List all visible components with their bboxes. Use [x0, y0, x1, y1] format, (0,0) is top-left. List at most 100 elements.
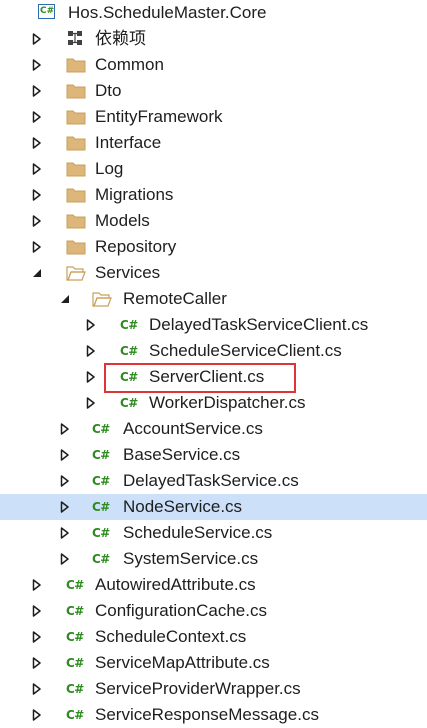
csharp-file-icon: C# [66, 578, 84, 592]
tree-item-serviceproviderwrapper-cs[interactable]: C# ServiceProviderWrapper.cs [0, 676, 427, 702]
tree-item-label: ScheduleServiceClient.cs [149, 341, 342, 360]
folder-icon [66, 160, 86, 178]
tree-item-dto[interactable]: Dto [0, 78, 427, 104]
collapsed-arrow-icon[interactable] [60, 416, 72, 442]
collapsed-arrow-icon[interactable] [32, 182, 44, 208]
expanded-arrow-icon[interactable] [60, 286, 72, 312]
csharp-file-icon: C# [120, 370, 138, 384]
collapsed-arrow-icon[interactable] [60, 546, 72, 572]
collapsed-arrow-icon[interactable] [32, 130, 44, 156]
tree-item-label: Models [95, 211, 150, 230]
tree-item-log[interactable]: Log [0, 156, 427, 182]
collapsed-arrow-icon[interactable] [32, 676, 44, 702]
collapsed-arrow-icon[interactable] [32, 78, 44, 104]
tree-item-interface[interactable]: Interface [0, 130, 427, 156]
tree-item-label: DelayedTaskServiceClient.cs [149, 315, 369, 334]
collapsed-arrow-icon[interactable] [32, 624, 44, 650]
tree-item-autowiredattribute-cs[interactable]: C# AutowiredAttribute.cs [0, 572, 427, 598]
collapsed-arrow-icon[interactable] [32, 156, 44, 182]
tree-item-configurationcache-cs[interactable]: C# ConfigurationCache.cs [0, 598, 427, 624]
tree-item-schedulecontext-cs[interactable]: C# ScheduleContext.cs [0, 624, 427, 650]
tree-item-scheduleservice-cs[interactable]: C# ScheduleService.cs [0, 520, 427, 546]
tree-item-remotecaller[interactable]: RemoteCaller [0, 286, 427, 312]
tree-item-workerdispatcher-cs[interactable]: C# WorkerDispatcher.cs [0, 390, 427, 416]
tree-item-label: Interface [95, 133, 162, 152]
collapsed-arrow-icon[interactable] [86, 390, 98, 416]
tree-item-label: Migrations [95, 185, 174, 204]
tree-item-label: ScheduleContext.cs [95, 627, 247, 646]
tree-item-delayedtaskservice-cs[interactable]: C# DelayedTaskService.cs [0, 468, 427, 494]
collapsed-arrow-icon[interactable] [60, 520, 72, 546]
tree-item-accountservice-cs[interactable]: C# AccountService.cs [0, 416, 427, 442]
collapsed-arrow-icon[interactable] [86, 364, 98, 390]
tree-item-nodeservice-cs[interactable]: C# NodeService.cs [0, 494, 427, 520]
tree-item-label: EntityFramework [95, 107, 223, 126]
tree-item-label: Services [95, 263, 161, 282]
tree-item-migrations[interactable]: Migrations [0, 182, 427, 208]
tree-item-label: Repository [95, 237, 177, 256]
csharp-file-icon: C# [92, 474, 110, 488]
collapsed-arrow-icon[interactable] [32, 598, 44, 624]
csharp-file-icon: C# [66, 656, 84, 670]
dependencies-icon [66, 30, 86, 48]
tree-item-label: Hos.ScheduleMaster.Core [68, 3, 267, 22]
expanded-arrow-icon[interactable] [32, 260, 44, 286]
tree-item-label: WorkerDispatcher.cs [149, 393, 306, 412]
collapsed-arrow-icon[interactable] [60, 442, 72, 468]
csharp-file-icon: C# [66, 630, 84, 644]
tree-item-label: AutowiredAttribute.cs [95, 575, 256, 594]
tree-item-delayedtaskserviceclient-cs[interactable]: C# DelayedTaskServiceClient.cs [0, 312, 427, 338]
csharp-file-icon: C# [66, 604, 84, 618]
collapsed-arrow-icon[interactable] [86, 338, 98, 364]
tree-item-entityframework[interactable]: EntityFramework [0, 104, 427, 130]
collapsed-arrow-icon[interactable] [32, 234, 44, 260]
csharp-file-icon: C# [92, 448, 110, 462]
collapsed-arrow-icon[interactable] [32, 208, 44, 234]
tree-item-serverclient-cs[interactable]: C# ServerClient.cs [0, 364, 427, 390]
tree-item-systemservice-cs[interactable]: C# SystemService.cs [0, 546, 427, 572]
tree-item-hos-schedulemaster-core[interactable]: C# Hos.ScheduleMaster.Core [0, 0, 427, 26]
collapsed-arrow-icon[interactable] [32, 572, 44, 598]
folder-icon [66, 238, 86, 256]
tree-item-label: ServiceMapAttribute.cs [95, 653, 270, 672]
folder-icon [66, 108, 86, 126]
collapsed-arrow-icon[interactable] [32, 702, 44, 728]
tree-item-common[interactable]: Common [0, 52, 427, 78]
tree-item-label: SystemService.cs [123, 549, 259, 568]
tree-item-label: Dto [95, 81, 122, 100]
collapsed-arrow-icon[interactable] [60, 468, 72, 494]
tree-item-label: 依赖项 [95, 29, 146, 48]
tree-item-models[interactable]: Models [0, 208, 427, 234]
tree-item-services[interactable]: Services [0, 260, 427, 286]
tree-item-label: Common [95, 55, 164, 74]
collapsed-arrow-icon[interactable] [32, 650, 44, 676]
tree-item-[interactable]: 依赖项 [0, 26, 427, 52]
folder-icon [66, 56, 86, 74]
csharp-file-icon: C# [92, 422, 110, 436]
solution-explorer-tree: C# Hos.ScheduleMaster.Core 依赖项 Common Dto Ent… [0, 0, 427, 728]
tree-item-label: Log [95, 159, 124, 178]
tree-item-baseservice-cs[interactable]: C# BaseService.cs [0, 442, 427, 468]
csharp-file-icon: C# [120, 396, 138, 410]
csharp-file-icon: C# [66, 682, 84, 696]
collapsed-arrow-icon[interactable] [60, 494, 72, 520]
tree-item-label: RemoteCaller [123, 289, 227, 308]
tree-item-repository[interactable]: Repository [0, 234, 427, 260]
tree-item-scheduleserviceclient-cs[interactable]: C# ScheduleServiceClient.cs [0, 338, 427, 364]
tree-item-servicemapattribute-cs[interactable]: C# ServiceMapAttribute.cs [0, 650, 427, 676]
collapsed-arrow-icon[interactable] [32, 104, 44, 130]
collapsed-arrow-icon[interactable] [32, 26, 44, 52]
csharp-file-icon: C# [92, 552, 110, 566]
collapsed-arrow-icon[interactable] [32, 52, 44, 78]
folder-icon [66, 82, 86, 100]
tree-item-label: BaseService.cs [123, 445, 241, 464]
tree-item-label: ConfigurationCache.cs [95, 601, 267, 620]
tree-item-label: ServerClient.cs [149, 367, 265, 386]
collapsed-arrow-icon[interactable] [86, 312, 98, 338]
csharp-file-icon: C# [66, 708, 84, 722]
tree-item-serviceresponsemessage-cs[interactable]: C# ServiceResponseMessage.cs [0, 702, 427, 728]
tree-item-label: NodeService.cs [123, 497, 243, 516]
csharp-file-icon: C# [92, 526, 110, 540]
tree-item-label: DelayedTaskService.cs [123, 471, 299, 490]
tree-item-label: ServiceResponseMessage.cs [95, 705, 319, 724]
